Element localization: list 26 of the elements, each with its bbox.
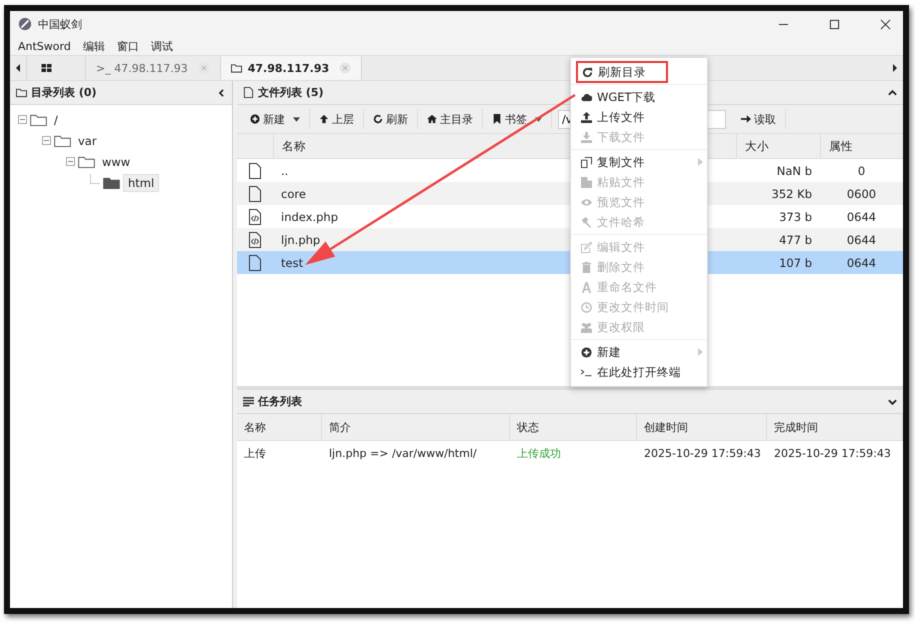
table-cell-text: ljn.php => /var/www/html/ [328, 446, 478, 460]
window-title: 中国蚁剑 [38, 16, 82, 32]
file-size: 107 b [778, 256, 813, 270]
file-permissions: 0600 [846, 186, 878, 200]
file-size: 352 Kb [770, 186, 813, 200]
file-name: test [281, 256, 304, 270]
table-cell-text: 上传 [243, 446, 267, 460]
file-permissions: 0644 [846, 210, 878, 224]
file-size: 477 b [778, 232, 813, 246]
table-cell-text: 2025-10-29 17:59:43 [773, 446, 892, 460]
table-cell-text: 2025-10-29 17:59:43 [643, 446, 762, 460]
file-size: 373 b [778, 210, 813, 224]
status-text: 上传成功 [516, 446, 562, 460]
file-size: NaN b [776, 164, 813, 178]
file-permissions: 0644 [846, 232, 878, 246]
panel-title: 目录列表 (0) [31, 85, 97, 100]
panel-title: 文件列表 (5) [258, 85, 324, 100]
tab-label: 47.98.117.93 [248, 62, 330, 74]
file-permissions: 0 [856, 164, 866, 178]
file-name: index.php [281, 210, 338, 224]
file-name: .. [281, 164, 288, 178]
file-permissions: 0644 [846, 256, 878, 270]
tab-label: >_ 47.98.117.93 [96, 62, 188, 74]
panel-title: 任务列表 [258, 394, 302, 409]
file-name: core [281, 186, 306, 200]
file-name: ljn.php [281, 232, 320, 246]
